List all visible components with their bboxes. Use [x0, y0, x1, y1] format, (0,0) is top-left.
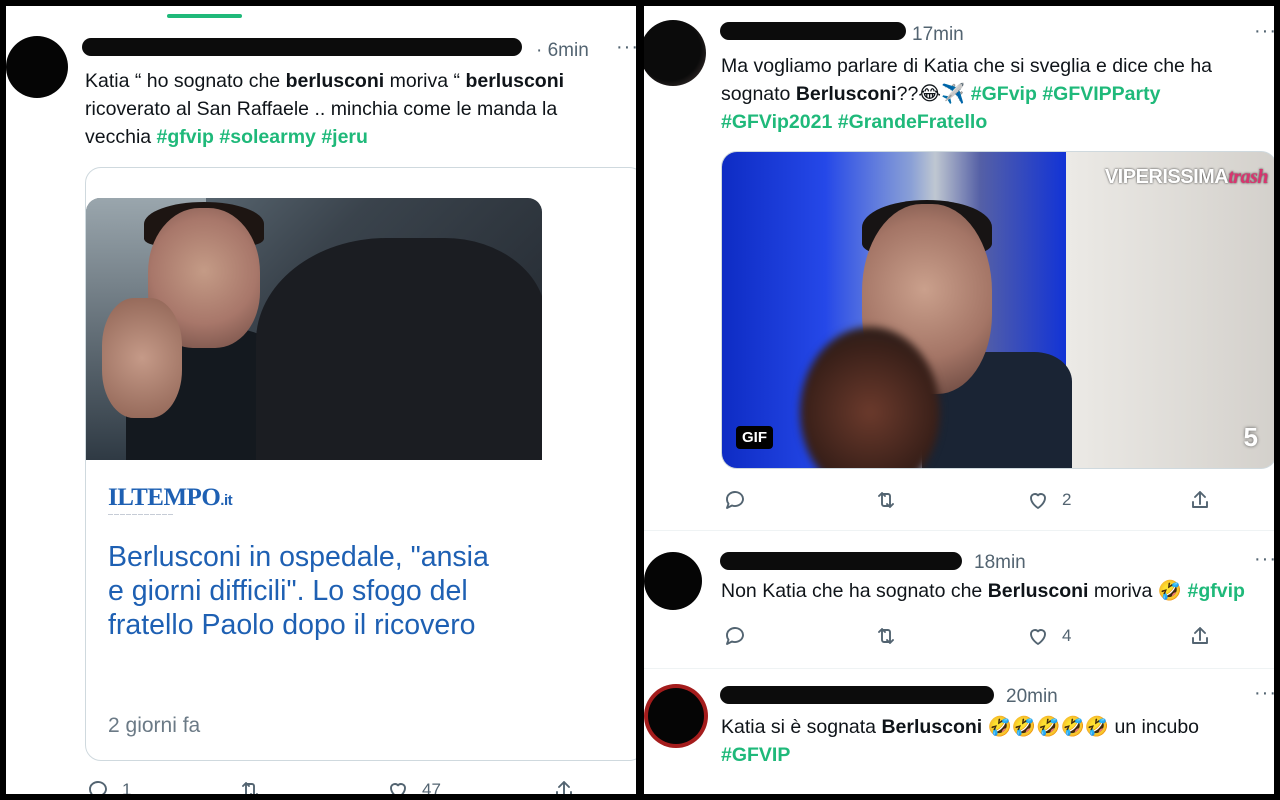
- card-date: 2 giorni fa: [108, 714, 201, 737]
- tweet-time: · 6min: [536, 40, 589, 61]
- reply-icon: [89, 781, 107, 794]
- active-tab-indicator: [167, 14, 242, 18]
- hashtag-link[interactable]: #GFVIP: [721, 744, 790, 766]
- redacted-username: [720, 22, 906, 40]
- card-title[interactable]: Berlusconi in ospedale, "ansia e giorni …: [108, 540, 508, 642]
- retweet-icon: [242, 782, 258, 794]
- avatar[interactable]: [644, 20, 706, 86]
- redacted-username: [82, 38, 522, 56]
- gif-media[interactable]: VIPERISSIMAtrash GIF 5: [721, 151, 1274, 469]
- hashtag-link[interactable]: #GFVIPParty: [1042, 83, 1160, 105]
- share-button[interactable]: [1188, 624, 1212, 648]
- redacted-username: [720, 686, 994, 704]
- bold-keyword: Berlusconi: [881, 716, 983, 738]
- share-button[interactable]: [552, 778, 576, 794]
- hashtag-link[interactable]: #jeru: [321, 126, 368, 148]
- avatar[interactable]: [648, 688, 704, 744]
- publisher-logo: ILTEMPO.it: [108, 484, 233, 511]
- viperissima-watermark: VIPERISSIMAtrash: [1104, 166, 1269, 188]
- link-card[interactable]: ILTEMPO.it ——————————— Berlusconi in osp…: [85, 167, 636, 761]
- tweet-divider: [644, 668, 1274, 669]
- retweet-button[interactable]: [238, 778, 262, 794]
- share-icon: [1192, 491, 1208, 508]
- share-icon: [556, 781, 572, 794]
- tweet-text: Ma vogliamo parlare di Katia che si sveg…: [721, 55, 1213, 133]
- channel-logo: 5: [1243, 422, 1258, 452]
- hashtag-link[interactable]: #GFVip2021: [721, 111, 832, 133]
- tweet-time: 17min: [912, 24, 964, 45]
- like-icon: [390, 783, 406, 794]
- left-screenshot-panel: · 6min ··· Katia “ ho sognato che berlus…: [6, 6, 636, 794]
- like-button[interactable]: 47: [386, 778, 441, 794]
- tweet-text: Non Katia che ha sognato che Berlusconi …: [721, 580, 1245, 602]
- hashtag-link[interactable]: #gfvip: [1188, 580, 1245, 602]
- more-icon[interactable]: ···: [1254, 682, 1274, 705]
- retweet-icon: [878, 628, 894, 644]
- hashtag-link[interactable]: #solearmy: [219, 126, 315, 148]
- reply-button[interactable]: [723, 624, 747, 648]
- retweet-button[interactable]: [874, 624, 898, 648]
- tweet-time: 20min: [1006, 686, 1058, 707]
- hashtag-link[interactable]: #GFvip: [971, 83, 1037, 105]
- gif-badge: GIF: [736, 426, 773, 449]
- bold-keyword: berlusconi: [465, 70, 565, 92]
- bold-keyword: Berlusconi: [795, 83, 897, 105]
- share-icon: [1192, 627, 1208, 644]
- right-screenshot-panel: 17min ··· Ma vogliamo parlare di Katia c…: [644, 6, 1274, 794]
- reply-icon: [726, 627, 744, 645]
- like-icon: [1030, 493, 1046, 509]
- like-button[interactable]: 4: [1026, 624, 1071, 648]
- avatar[interactable]: [6, 36, 68, 98]
- tweet-text: Katia “ ho sognato che berlusconi moriva…: [85, 70, 565, 148]
- tweet-divider: [644, 530, 1274, 531]
- hashtag-link[interactable]: #GrandeFratello: [838, 111, 988, 133]
- card-image: [86, 198, 542, 460]
- retweet-button[interactable]: [874, 488, 898, 512]
- share-button[interactable]: [1188, 488, 1212, 512]
- bold-keyword: berlusconi: [285, 70, 385, 92]
- reply-button[interactable]: 1: [86, 778, 131, 794]
- avatar[interactable]: [644, 552, 702, 610]
- retweet-icon: [878, 492, 894, 508]
- like-icon: [1030, 629, 1046, 645]
- reply-button[interactable]: [723, 488, 747, 512]
- more-icon[interactable]: ···: [1254, 548, 1274, 571]
- tweet-time: 18min: [974, 552, 1026, 573]
- redacted-username: [720, 552, 962, 570]
- hashtag-link[interactable]: #gfvip: [157, 126, 214, 148]
- more-icon[interactable]: ···: [616, 36, 636, 59]
- bold-keyword: Berlusconi: [987, 580, 1089, 602]
- more-icon[interactable]: ···: [1254, 20, 1274, 43]
- tweet-text: Katia si è sognata Berlusconi 🤣🤣🤣🤣🤣 un i…: [721, 716, 1200, 766]
- reply-icon: [726, 491, 744, 509]
- publisher-logo-subline: ———————————: [108, 512, 174, 518]
- like-button[interactable]: 2: [1026, 488, 1071, 512]
